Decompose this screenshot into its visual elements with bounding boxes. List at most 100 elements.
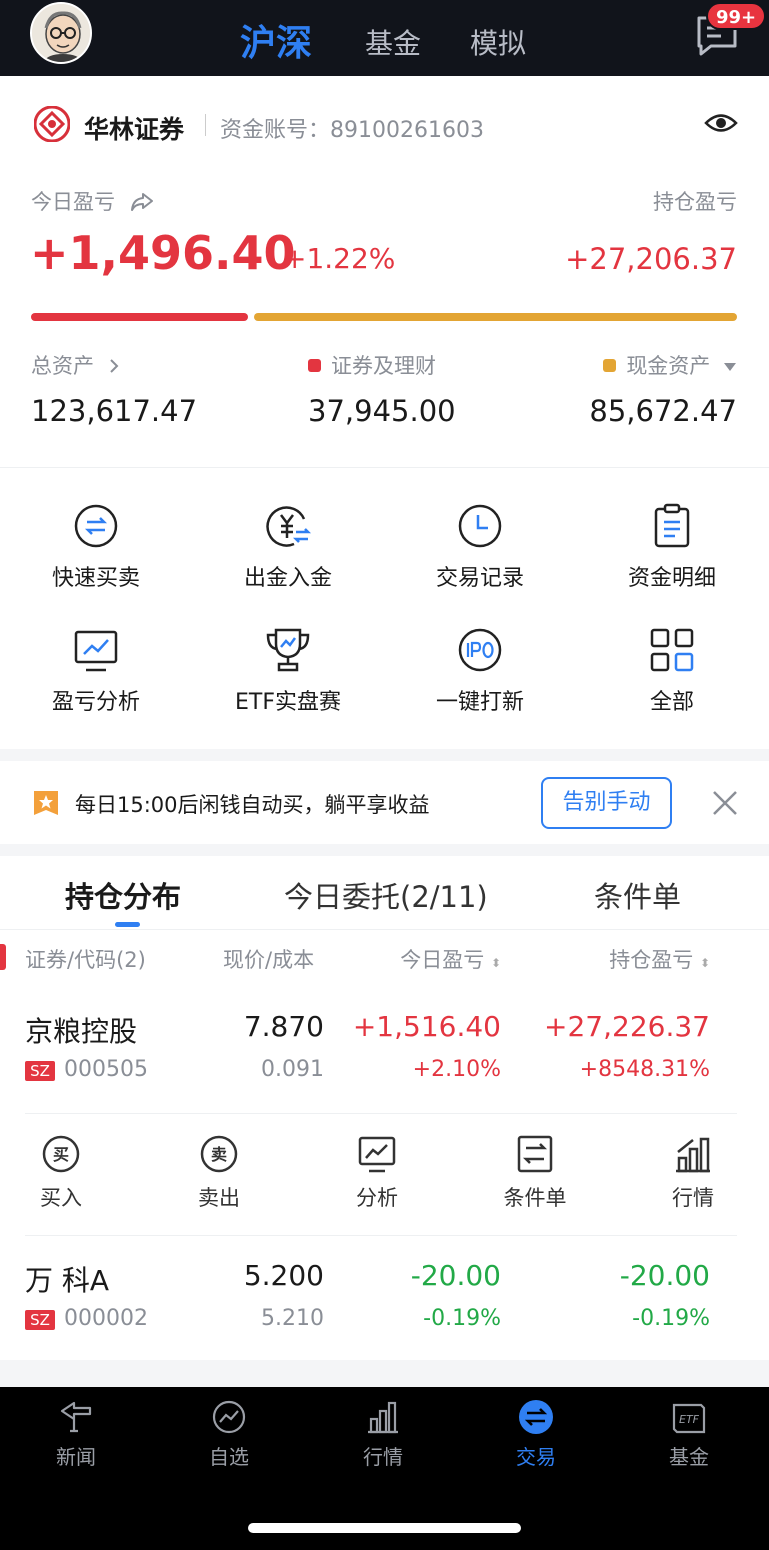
tab-fund[interactable]: 基金 xyxy=(365,22,421,62)
total-assets-link[interactable]: 总资产 xyxy=(31,350,121,380)
today-pl: +1,516.40 xyxy=(352,1010,501,1043)
col-header-hold-pl[interactable]: 持仓盈亏 ⬍ xyxy=(609,944,710,974)
today-pl-percent: +2.10% xyxy=(412,1057,501,1082)
broker-name: 华林证券 xyxy=(84,115,185,144)
conditional-order-icon xyxy=(517,1135,553,1173)
grid-item-fund-details[interactable]: 资金明细 xyxy=(576,502,768,592)
grid-item-quick-trade[interactable]: 快速买卖 xyxy=(0,502,192,592)
grid-item-ipo[interactable]: 一键打新 xyxy=(384,626,576,716)
tabbar-item-fund[interactable]: ETF 基金 xyxy=(629,1399,749,1470)
clipboard-icon xyxy=(654,503,690,548)
col-header-today-pl[interactable]: 今日盈亏 ⬍ xyxy=(400,944,501,974)
close-icon[interactable] xyxy=(709,787,741,819)
buy-button[interactable]: 买 买入 xyxy=(1,1134,121,1212)
securities-label-text: 证券及理财 xyxy=(331,354,436,378)
cash-label-text: 现金资产 xyxy=(626,354,711,378)
tabbar-item-market[interactable]: 行情 xyxy=(323,1399,443,1470)
tab-positions[interactable]: 持仓分布 xyxy=(65,874,181,916)
col-header-price: 现价/成本 xyxy=(223,948,315,972)
hold-pl-percent: +8548.31% xyxy=(579,1057,710,1082)
grid-item-pl-analysis[interactable]: 盈亏分析 xyxy=(0,626,192,716)
stock-code: 000505 xyxy=(64,1057,148,1082)
account-card: 华林证券 资金账号：89100261603 今日盈亏 持仓盈亏 +1,496.4… xyxy=(0,76,769,467)
trophy-icon xyxy=(266,628,310,672)
eye-icon[interactable] xyxy=(704,110,738,136)
grid-item-trade-records[interactable]: 交易记录 xyxy=(384,502,576,592)
svg-text:ETF: ETF xyxy=(679,1413,700,1426)
share-icon[interactable] xyxy=(130,192,154,212)
action-label: 行情 xyxy=(672,1186,714,1210)
total-assets-label: 总资产 xyxy=(31,354,94,378)
account-number-label: 资金账号： xyxy=(220,118,331,143)
sell-icon: 卖 xyxy=(200,1135,238,1173)
monitor-chart-icon xyxy=(74,630,118,672)
home-indicator xyxy=(248,1523,521,1533)
today-pl-label: 今日盈亏 xyxy=(31,186,154,216)
market-tag: SZ xyxy=(25,1310,55,1330)
securities-value: 37,945.00 xyxy=(308,394,456,428)
cash-label[interactable]: 现金资产 xyxy=(603,350,737,380)
today-pl-label-text: 今日盈亏 xyxy=(31,190,115,214)
action-label: 分析 xyxy=(356,1186,398,1210)
ipo-icon xyxy=(458,628,502,672)
grid-label: 资金明细 xyxy=(627,566,716,591)
tab-hushen[interactable]: 沪深 xyxy=(240,14,312,66)
securities-label: 证券及理财 xyxy=(308,350,436,380)
trade-icon xyxy=(519,1400,553,1434)
total-assets-value: 123,617.47 xyxy=(31,394,198,428)
current-price: 5.200 xyxy=(243,1259,324,1292)
grid-item-transfer[interactable]: 出金入金 xyxy=(192,502,384,592)
tab-simulate[interactable]: 模拟 xyxy=(470,22,526,62)
today-pl: -20.00 xyxy=(410,1259,501,1292)
tabbar-label: 自选 xyxy=(209,1445,249,1469)
securities-dot xyxy=(308,359,321,372)
grid-label: 出金入金 xyxy=(243,566,332,591)
divider xyxy=(25,1113,737,1114)
account-number: 资金账号：89100261603 xyxy=(220,112,484,144)
svg-text:买: 买 xyxy=(53,1145,69,1164)
tabbar-item-watchlist[interactable]: 自选 xyxy=(169,1399,289,1470)
svg-text:卖: 卖 xyxy=(211,1145,227,1164)
action-label: 卖出 xyxy=(198,1186,240,1210)
quote-button[interactable]: 行情 xyxy=(633,1134,753,1212)
hold-pl-label: 持仓盈亏 xyxy=(653,190,737,214)
promo-button[interactable]: 告别手动 xyxy=(541,777,672,829)
tabbar-item-trade[interactable]: 交易 xyxy=(476,1399,596,1470)
tabbar-item-news[interactable]: 新闻 xyxy=(16,1399,136,1470)
triangle-down-icon xyxy=(724,363,736,371)
grid-item-etf-contest[interactable]: ETF实盘赛 xyxy=(192,626,384,716)
news-icon xyxy=(60,1401,92,1433)
clock-icon xyxy=(458,504,502,548)
cash-value: 85,672.47 xyxy=(589,394,737,428)
watchlist-icon xyxy=(212,1400,246,1434)
stock-name: 万 科A xyxy=(25,1264,110,1297)
sell-button[interactable]: 卖 卖出 xyxy=(159,1134,279,1212)
grid-label: ETF实盘赛 xyxy=(235,690,341,715)
stock-code: 000002 xyxy=(64,1306,148,1331)
account-number-value: 89100261603 xyxy=(330,118,484,143)
tabbar-label: 行情 xyxy=(363,1445,403,1469)
user-avatar[interactable] xyxy=(30,2,92,64)
tabbar-label: 新闻 xyxy=(56,1445,96,1469)
grid-label: 一键打新 xyxy=(435,690,524,715)
hold-pl: -20.00 xyxy=(619,1259,710,1292)
market-icon xyxy=(368,1401,398,1434)
yuan-transfer-icon xyxy=(266,506,312,547)
tabbar-label: 交易 xyxy=(516,1445,556,1469)
holdings-panel: 持仓分布 今日委托(2/11) 条件单 证券/代码(2) 现价/成本 今日盈亏 … xyxy=(0,856,769,1360)
sort-icon: ⬍ xyxy=(699,956,710,970)
col-header-today-pl-text: 今日盈亏 xyxy=(400,948,485,972)
grid-item-all[interactable]: 全部 xyxy=(576,626,768,716)
conditional-order-button[interactable]: 条件单 xyxy=(475,1134,595,1212)
tabbar-label: 基金 xyxy=(669,1445,709,1469)
divider xyxy=(25,1235,737,1236)
chart-monitor-icon xyxy=(358,1136,396,1173)
tab-today-orders[interactable]: 今日委托(2/11) xyxy=(284,874,488,916)
cash-dot xyxy=(603,359,617,372)
bar-chart-icon xyxy=(676,1137,710,1173)
cost-price: 0.091 xyxy=(261,1057,324,1082)
analysis-button[interactable]: 分析 xyxy=(317,1134,437,1212)
broker-logo-icon xyxy=(34,106,70,142)
promo-text: 每日15:00后闲钱自动买，躺平享收益 xyxy=(75,793,430,817)
tab-conditional-orders[interactable]: 条件单 xyxy=(594,874,681,916)
